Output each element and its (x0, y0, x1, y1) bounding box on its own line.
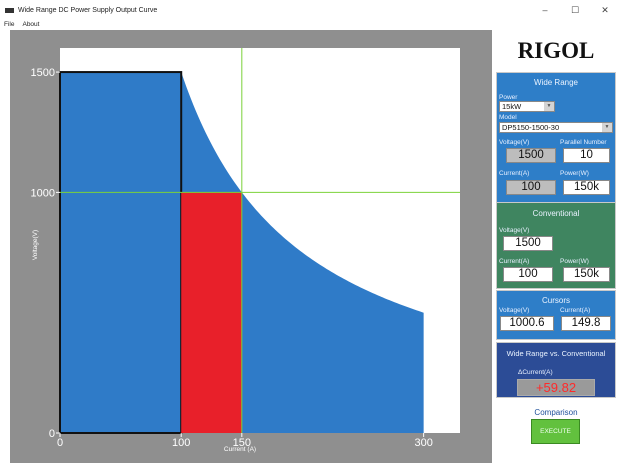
delta-current-field: +59.82 (517, 379, 595, 396)
conv-voltage-field[interactable]: 1500 (503, 236, 553, 251)
wr-voltage-field: 1500 (506, 148, 556, 163)
model-select-value: DP5150-1500-30 (502, 123, 560, 132)
window-title: Wide Range DC Power Supply Output Curve (18, 6, 158, 14)
chevron-down-icon: ▼ (544, 102, 554, 111)
maximize-button[interactable]: ☐ (560, 0, 590, 20)
conv-power-field: 150k (563, 267, 610, 282)
execute-button[interactable]: EXECUTE (531, 419, 580, 444)
plot-frame: 0 1000 1500 0 100 150 300 Voltage(V) Current … (10, 30, 492, 463)
wr-current-label: Current(A) (499, 170, 530, 177)
menu-about[interactable]: About (22, 21, 39, 28)
cursor-voltage-field: 1000.6 (500, 316, 554, 331)
conv-power-label: Power(W) (560, 258, 589, 265)
x-tick-label: 100 (172, 437, 190, 449)
output-curve-plot: 010001500 0 100 150 300 Voltage(V) Current … (31, 48, 460, 453)
comparison-result-box: Wide Range vs. Conventional ΔCurrent(A) … (496, 342, 616, 398)
y-axis-label: Voltage(V) (32, 230, 39, 260)
wr-voltage-label: Voltage(V) (499, 139, 530, 146)
menu-file[interactable]: File (4, 21, 14, 28)
power-label: Power (499, 94, 518, 101)
close-button[interactable]: ✕ (590, 0, 620, 20)
parallel-number-label: Parallel Number (560, 139, 607, 146)
power-select[interactable]: 15kW ▼ (499, 101, 555, 112)
window-controls: – ☐ ✕ (530, 0, 620, 20)
cursors-title: Cursors (541, 296, 570, 305)
delta-current-label: ΔCurrent(A) (518, 369, 553, 376)
chevron-down-icon: ▼ (602, 123, 612, 132)
y-tick-label: 1500 (31, 67, 55, 79)
power-select-value: 15kW (502, 102, 522, 111)
wr-current-field: 100 (506, 180, 556, 195)
title-bar: Wide Range DC Power Supply Output Curve … (0, 0, 620, 20)
parallel-number-field[interactable]: 10 (563, 148, 610, 163)
menu-bar: File About (0, 19, 620, 30)
minimize-button[interactable]: – (530, 0, 560, 20)
conv-current-label: Current(A) (499, 258, 530, 265)
x-axis-label: Current (A) (224, 446, 256, 453)
conv-current-field[interactable]: 100 (503, 267, 553, 282)
wr-power-field: 150k (563, 180, 610, 195)
y-tick-label: 1000 (31, 187, 55, 199)
model-label: Model (499, 114, 517, 121)
wr-power-label: Power(W) (560, 170, 589, 177)
conv-voltage-label: Voltage(V) (499, 227, 530, 234)
cursor-current-field: 149.8 (561, 316, 611, 331)
cursor-current-label: Current(A) (560, 307, 591, 314)
x-tick-label: 0 (57, 437, 63, 449)
x-tick-label: 300 (414, 437, 432, 449)
rigol-logo: RIGOL (517, 38, 595, 63)
app-icon (5, 7, 14, 13)
control-panel: RIGOL Wide Range Power 15kW ▼ Model DP51… (492, 30, 620, 465)
comparison-result-title: Wide Range vs. Conventional (506, 349, 606, 358)
model-select[interactable]: DP5150-1500-30 ▼ (499, 122, 613, 133)
cursors-box: Cursors Voltage(V) Current(A) 1000.6 149… (496, 290, 616, 340)
conventional-highlight-area (181, 192, 242, 433)
cursor-voltage-label: Voltage(V) (499, 307, 530, 314)
y-tick-label: 0 (49, 428, 55, 440)
conventional-box: Conventional Voltage(V) 1500 Current(A) … (496, 202, 616, 289)
wide-range-title: Wide Range (533, 78, 579, 87)
conventional-title: Conventional (532, 209, 580, 218)
comparison-title: Comparison (534, 408, 578, 417)
